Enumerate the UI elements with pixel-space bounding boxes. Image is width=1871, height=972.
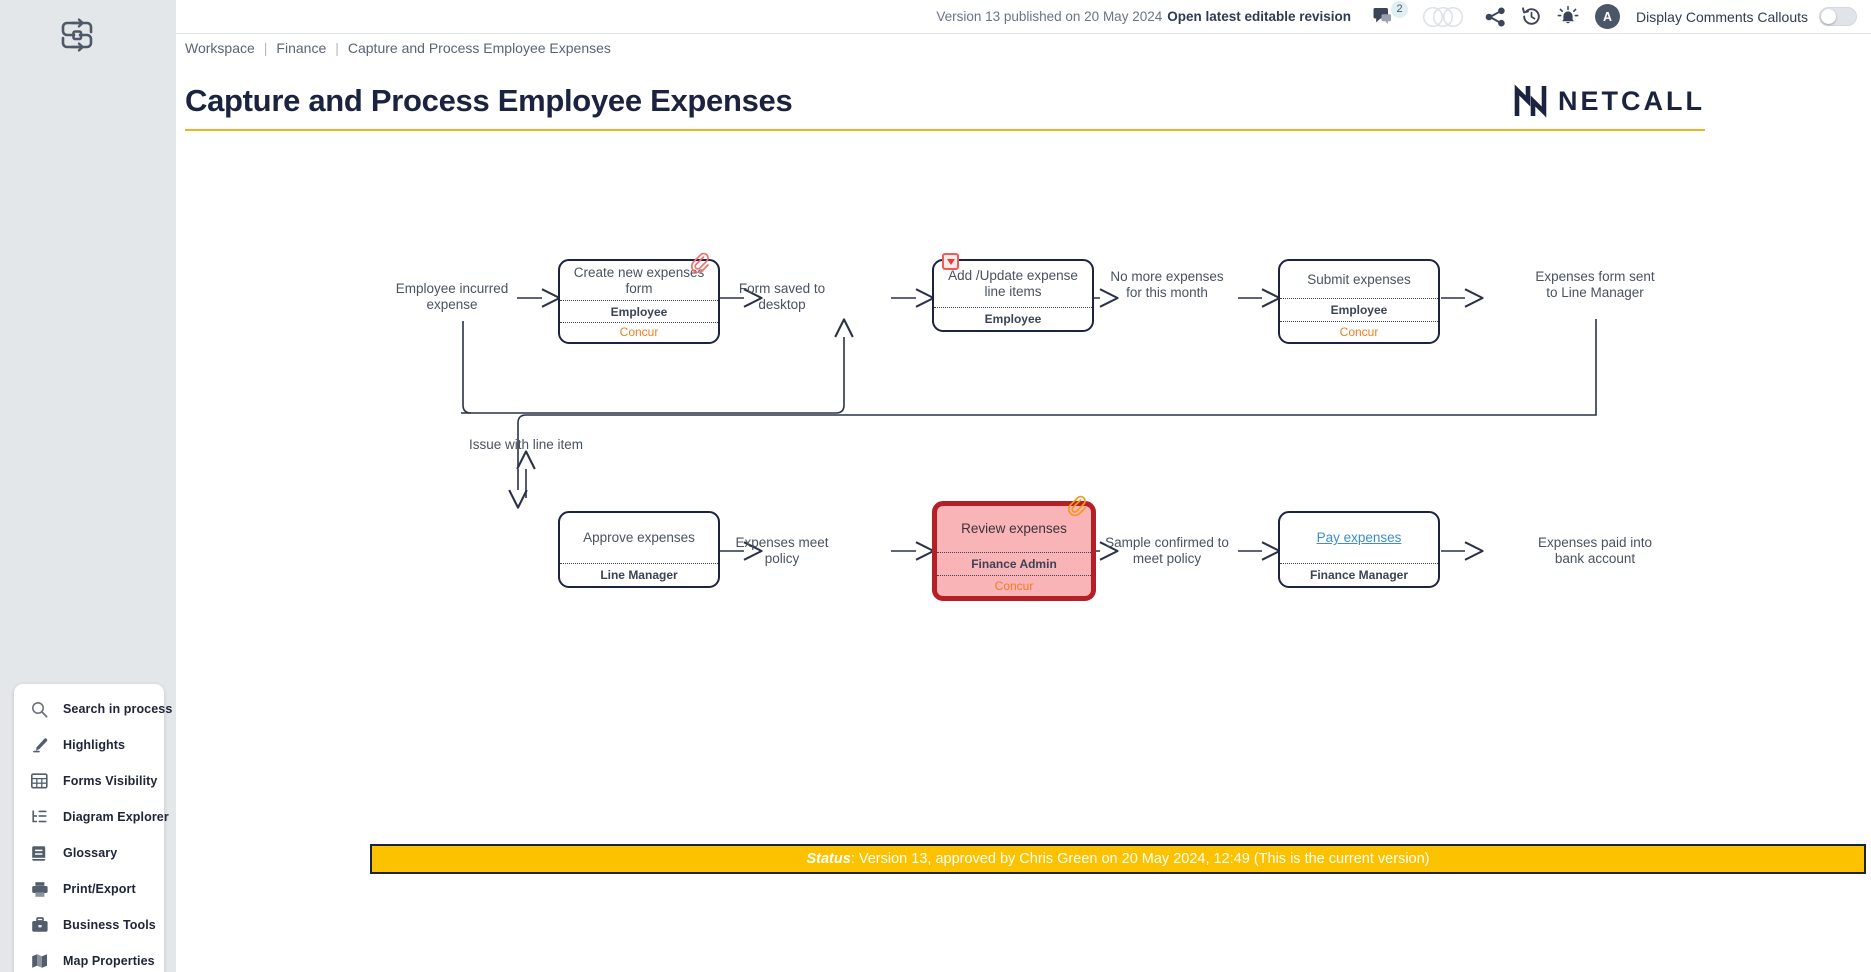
breadcrumb: Workspace | Finance | Capture and Proces… (176, 34, 1871, 61)
share-nodes-icon[interactable] (1485, 7, 1506, 27)
node-title: Approve expenses (583, 530, 695, 546)
map-icon (31, 951, 53, 971)
breadcrumb-item-current: Capture and Process Employee Expenses (347, 39, 611, 56)
sidebar-item-label: Search in process (63, 702, 173, 716)
sidebar-item-label: Forms Visibility (63, 774, 158, 788)
netcall-n-logo (1514, 84, 1547, 118)
process-diagram: Employee incurred expense Create new exp… (176, 171, 1866, 731)
node-role: Employee (560, 300, 718, 322)
node-submit-expenses[interactable]: Submit expenses Employee Concur (1278, 259, 1440, 344)
sidebar-item-glossary[interactable]: Glossary (14, 835, 164, 871)
node-add-update-expense-line-items[interactable]: Add /Update expense line items Employee (932, 253, 1094, 332)
app-logo[interactable] (52, 10, 102, 60)
tree-list-icon (31, 807, 53, 827)
node-role: Employee (1280, 298, 1438, 321)
node-role: Finance Manager (1280, 563, 1438, 586)
node-title: Submit expenses (1307, 271, 1411, 287)
main-area: Version 13 published on 20 May 2024 Open… (176, 0, 1871, 972)
sidebar-item-label: Print/Export (63, 882, 136, 896)
history-glyph (1522, 7, 1540, 25)
red-flag-icon[interactable] (942, 253, 959, 270)
node-role: Line Manager (560, 563, 718, 586)
search-icon (31, 699, 53, 719)
compare-versions-glyph (1422, 6, 1464, 27)
edge-label-form-saved-to-desktop: Form saved to desktop (738, 281, 826, 312)
sidebar-item-label: Glossary (63, 846, 118, 860)
paperclip-glyph (691, 252, 709, 274)
status-banner: Status: Version 13, approved by Chris Gr… (370, 844, 1866, 874)
title-row: Capture and Process Employee Expenses NE… (185, 83, 1705, 131)
netcall-brand: NETCALL (1514, 83, 1705, 119)
node-system: Concur (1280, 321, 1438, 342)
node-system: Concur (937, 575, 1091, 596)
avatar[interactable]: A (1595, 4, 1621, 29)
briefcase-icon (31, 915, 53, 935)
left-rail: Search in process Highlights Forms Visib… (0, 0, 176, 972)
node-role: Finance Admin (937, 552, 1091, 575)
node-approve-expenses[interactable]: Approve expenses Line Manager (558, 511, 720, 588)
node-review-expenses[interactable]: Review expenses Finance Admin Concur (932, 495, 1096, 601)
paperclip-glyph (1068, 495, 1086, 517)
breadcrumb-item-workspace[interactable]: Workspace (185, 40, 255, 56)
diagram-sheet: Capture and Process Employee Expenses NE… (176, 61, 1871, 972)
book-icon (31, 843, 53, 863)
page-title: Capture and Process Employee Expenses (185, 83, 793, 118)
edge-label-expenses-meet-policy: Expenses meet policy (735, 535, 829, 566)
sidebar-item-label: Map Properties (63, 954, 155, 968)
bell-alert-icon[interactable] (1557, 6, 1579, 27)
open-latest-editable-revision-link[interactable]: Open latest editable revision (1167, 9, 1351, 24)
breadcrumb-separator: | (335, 39, 339, 56)
edge-label-expenses-form-sent-to-line-manager: Expenses form sent to Line Manager (1535, 269, 1655, 300)
node-system: Concur (560, 321, 718, 342)
status-label: Status (806, 851, 851, 867)
printer-icon (31, 879, 53, 899)
sidebar-item-print-export[interactable]: Print/Export (14, 871, 164, 907)
edge-label-employee-incurred-expense: Employee incurred expense (395, 281, 509, 312)
node-role: Employee (934, 307, 1092, 330)
comments-count-badge: 2 (1391, 0, 1409, 18)
edge-label-expenses-paid-into-bank-account: Expenses paid into bank account (1537, 535, 1653, 566)
sidebar-item-map-properties[interactable]: Map Properties (14, 943, 164, 972)
sidebar-item-business-tools[interactable]: Business Tools (14, 907, 164, 943)
version-published-text: Version 13 published on 20 May 2024 (936, 9, 1163, 24)
down-triangle-glyph (946, 258, 955, 265)
alerts-glyph (1557, 6, 1579, 24)
node-pay-expenses[interactable]: Pay expenses Finance Manager (1278, 511, 1440, 588)
paperclip-icon[interactable] (1066, 495, 1086, 517)
avatar-initial: A (1603, 9, 1613, 24)
paperclip-icon[interactable] (689, 252, 709, 274)
edge-label-issue-with-line-item: Issue with line item (468, 437, 584, 452)
sidebar-item-highlights[interactable]: Highlights (14, 727, 164, 763)
display-comments-callouts-label: Display Comments Callouts (1636, 8, 1808, 25)
node-create-new-expenses-form[interactable]: Create new expenses form Employee Concur (558, 252, 720, 344)
node-title: Pay expenses (1280, 513, 1438, 563)
status-text: : Version 13, approved by Chris Green on… (850, 851, 1430, 867)
edge-label-sample-confirmed-to-meet-policy: Sample confirmed to meet policy (1105, 535, 1229, 566)
grid-table-icon (31, 771, 53, 791)
netcall-wordmark: NETCALL (1558, 85, 1705, 116)
sidebar-item-forms-visibility[interactable]: Forms Visibility (14, 763, 164, 799)
breadcrumb-separator: | (263, 39, 268, 56)
sidebar-item-label: Diagram Explorer (63, 810, 169, 824)
top-bar: Version 13 published on 20 May 2024 Open… (176, 0, 1871, 34)
edge-label-no-more-expenses-for-this-month: No more expenses for this month (1110, 269, 1224, 300)
sidebar-item-label: Business Tools (63, 918, 156, 932)
display-comments-callouts-toggle[interactable] (1819, 7, 1857, 26)
history-clock-icon[interactable] (1521, 6, 1542, 27)
overlapping-circles-icon[interactable] (1421, 6, 1467, 28)
sidebar-item-label: Highlights (63, 738, 126, 752)
marker-pen-icon (31, 735, 53, 755)
breadcrumb-item-finance[interactable]: Finance (276, 40, 326, 56)
sidebar-item-diagram-explorer[interactable]: Diagram Explorer (14, 799, 169, 835)
share-glyph (1485, 7, 1505, 26)
node-title-link[interactable]: Pay expenses (1317, 530, 1402, 546)
diagram-connectors (461, 288, 1597, 561)
sidebar-item-search-in-process[interactable]: Search in process (14, 691, 172, 727)
process-flow-icon (61, 18, 93, 52)
comments-icon[interactable]: 2 (1373, 0, 1409, 27)
toggle-knob (1821, 9, 1836, 24)
tools-menu: Search in process Highlights Forms Visib… (14, 684, 172, 972)
